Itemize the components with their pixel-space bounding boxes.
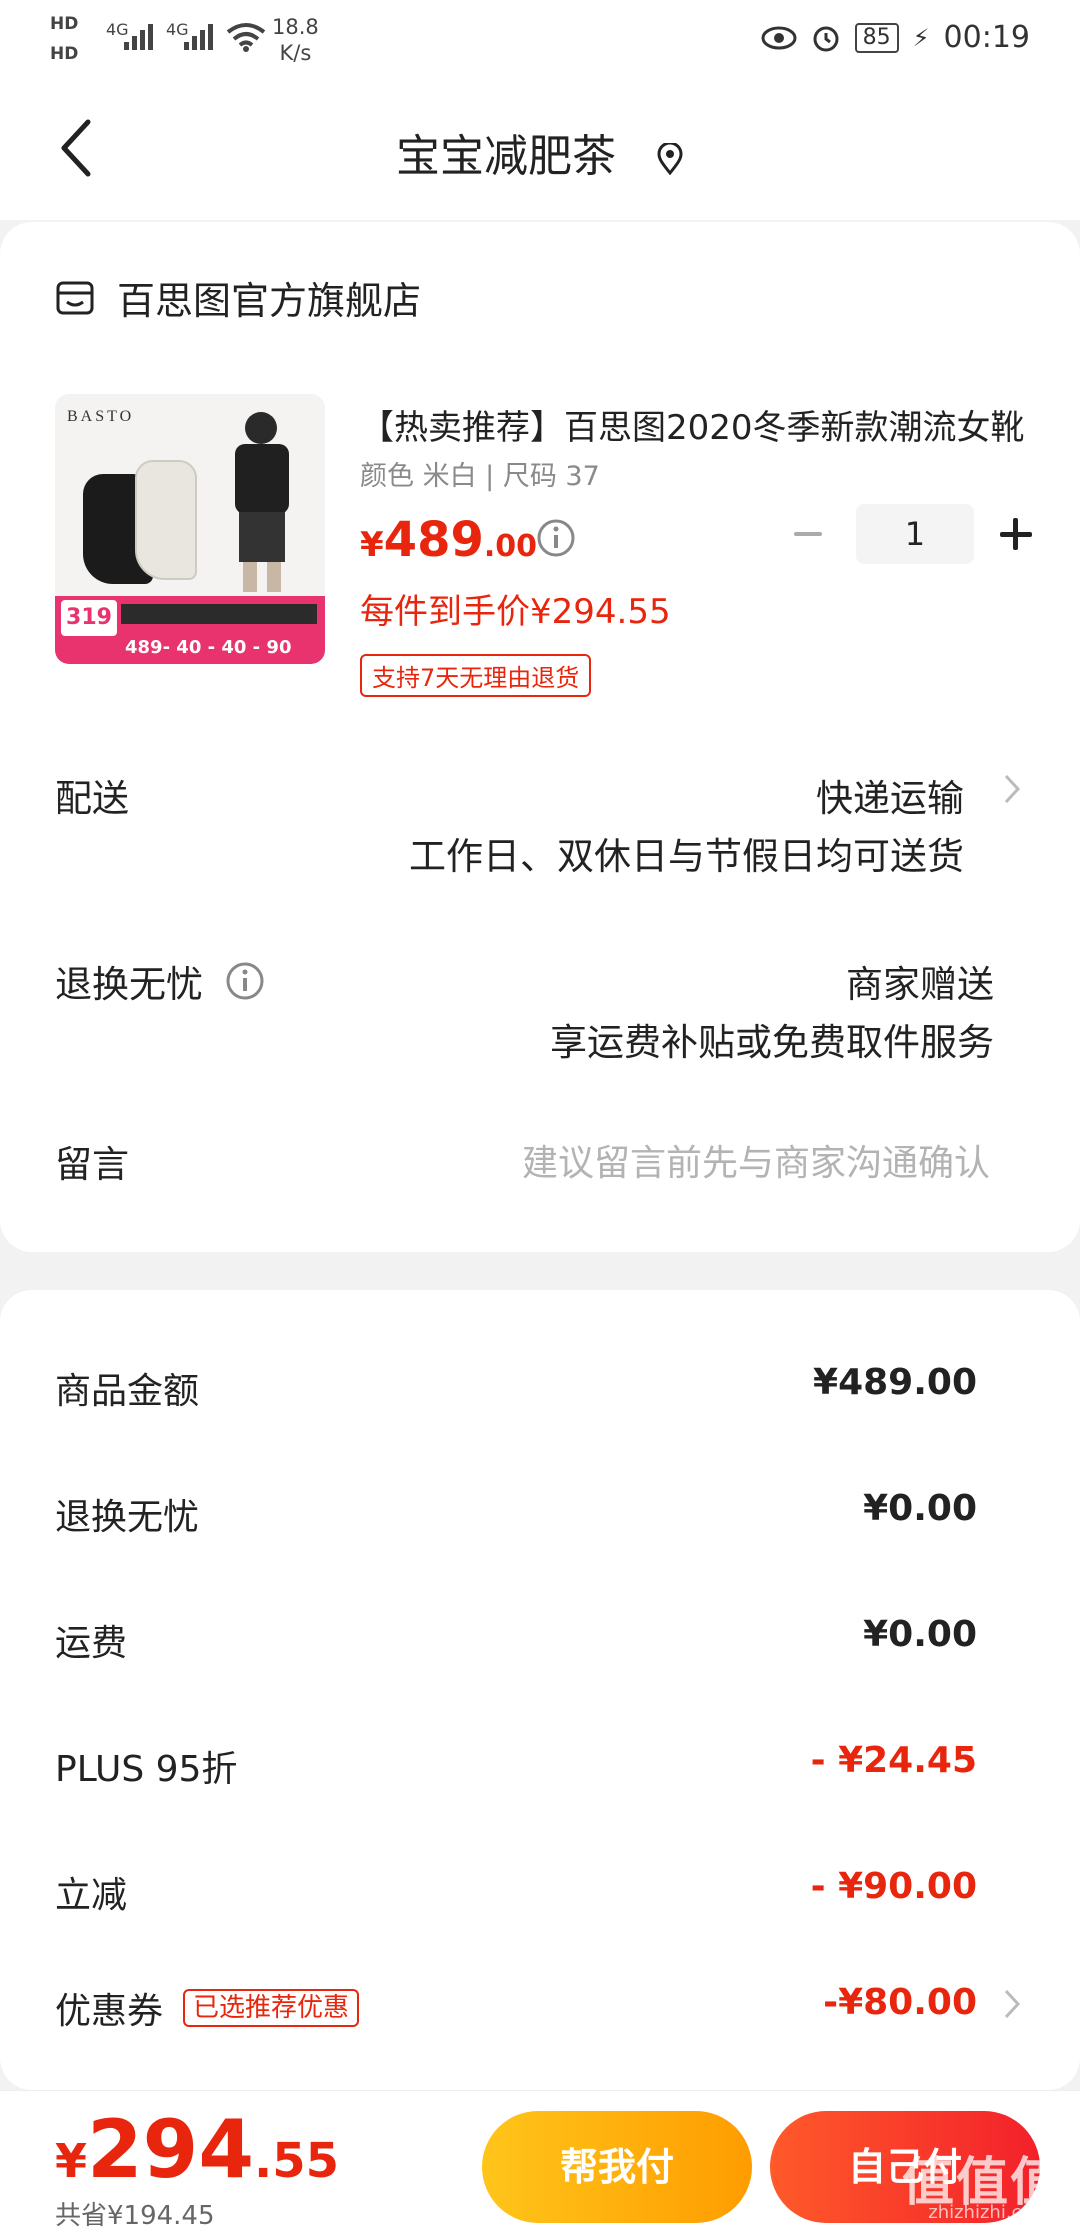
total-decimal: .55	[254, 2133, 340, 2189]
product-image[interactable]: BASTO 319 489- 40 - 40 - 90	[55, 394, 325, 664]
price-summary-card: 商品金额 ¥489.00 退换无忧 ¥0.00 运费 ¥0.00 PLUS 95…	[0, 1290, 1080, 2090]
summary-row-plus-discount: PLUS 95折 - ¥24.45	[55, 1740, 977, 1800]
battery-level: 85	[854, 22, 899, 53]
product-spec[interactable]: 颜色 米白 | 尺码 37	[360, 454, 600, 493]
status-right: 85 ⚡ 00:19	[761, 20, 1030, 55]
network-speed: 18.8 K/s	[272, 14, 319, 66]
delivery-method[interactable]: 快递运输	[816, 768, 964, 822]
returns-description: 享运费补贴或免费取件服务	[550, 1021, 994, 1064]
message-input[interactable]: 建议留言前先与商家沟通确认	[522, 1134, 990, 1186]
hd-indicator-2: HD	[50, 44, 79, 64]
help-pay-button[interactable]: 帮我付	[482, 2111, 752, 2223]
header-bar: HD HD 4G 4G 18.8 K/s 85 ⚡ 00:19 宝宝减肥茶	[0, 0, 1080, 220]
shop-header[interactable]: 百思图官方旗舰店	[55, 270, 421, 325]
delivery-label: 配送	[55, 777, 129, 820]
location-pin-icon	[657, 143, 683, 175]
alarm-icon	[813, 26, 839, 51]
store-icon	[56, 281, 94, 314]
speed-value: 18.8	[272, 15, 319, 39]
price-currency: ¥	[360, 525, 384, 565]
clock: 00:19	[943, 20, 1030, 55]
returns-label-row: 退换无忧	[55, 954, 265, 1008]
product-name[interactable]: 【热卖推荐】百思图2020冬季新款潮流女靴	[360, 400, 1030, 449]
summary-value: ¥489.00	[813, 1362, 977, 1403]
message-label: 留言	[55, 1143, 129, 1186]
order-card: 百思图官方旗舰店 BASTO 319 489- 40 - 40 - 90 【热卖…	[0, 222, 1080, 1252]
image-brand-logo: BASTO	[67, 408, 135, 425]
coupon-value: -¥80.00	[823, 1982, 977, 2023]
image-price: 319	[61, 600, 117, 636]
total-price: ¥294.55	[55, 2103, 339, 2196]
shop-name: 百思图官方旗舰店	[117, 279, 422, 323]
summary-value: ¥0.00	[863, 1614, 977, 1655]
summary-value: ¥0.00	[863, 1488, 977, 1529]
price-info-icon[interactable]	[536, 518, 576, 558]
signal-bars-icon	[124, 24, 153, 50]
summary-label: 退换无忧	[55, 1497, 200, 1538]
summary-value: - ¥90.00	[810, 1866, 977, 1907]
summary-label: 优惠券	[55, 1991, 164, 2032]
total-integer: 294	[87, 2103, 255, 2196]
coupon-label-group: 优惠券 已选推荐优惠	[55, 1982, 360, 2034]
returns-provider: 商家赠送	[846, 963, 994, 1006]
signal-bars-icon	[184, 24, 213, 50]
summary-row-goods: 商品金额 ¥489.00	[55, 1362, 977, 1422]
decrease-quantity-button[interactable]	[786, 504, 830, 564]
coupon-selected-badge: 已选推荐优惠	[183, 1989, 360, 2027]
white-boot-graphic	[135, 460, 197, 580]
image-promo-caption	[121, 604, 317, 624]
summary-value: - ¥24.45	[810, 1740, 977, 1781]
address-title: 宝宝减肥茶	[396, 131, 616, 182]
charging-icon: ⚡	[912, 23, 930, 52]
page-title[interactable]: 宝宝减肥茶	[0, 120, 1080, 184]
summary-label: PLUS 95折	[55, 1749, 238, 1790]
returns-label: 退换无忧	[55, 963, 203, 1006]
return-policy-badge: 支持7天无理由退货	[360, 654, 592, 697]
speed-unit: K/s	[279, 41, 312, 65]
price-integer: 489	[383, 512, 484, 568]
returns-info-icon[interactable]	[225, 961, 265, 1001]
image-promo-line: 489- 40 - 40 - 90	[125, 637, 292, 658]
chevron-right-icon[interactable]	[1002, 772, 1022, 806]
summary-row-returns: 退换无忧 ¥0.00	[55, 1488, 977, 1548]
summary-label: 运费	[55, 1623, 128, 1664]
product-price: ¥489.00	[360, 512, 537, 568]
hd-indicator-1: HD	[50, 14, 79, 34]
model-graphic	[235, 412, 289, 592]
status-bar: HD HD 4G 4G 18.8 K/s 85 ⚡ 00:19	[0, 0, 1080, 80]
chevron-right-icon[interactable]	[1002, 1987, 1022, 2021]
delivery-description: 工作日、双休日与节假日均可送货	[409, 835, 964, 878]
price-decimal: .00	[483, 529, 538, 564]
increase-quantity-button[interactable]	[996, 504, 1036, 564]
summary-label: 立减	[55, 1875, 128, 1916]
unit-final-price: 每件到手价¥294.55	[360, 592, 671, 632]
wifi-icon	[226, 23, 266, 52]
summary-row-instant-discount: 立减 - ¥90.00	[55, 1866, 977, 1926]
summary-label: 商品金额	[55, 1371, 200, 1412]
quantity-stepper: 1	[786, 504, 1036, 564]
quantity-value[interactable]: 1	[855, 504, 975, 564]
eye-icon	[761, 26, 797, 49]
total-currency: ¥	[55, 2134, 88, 2188]
watermark-url: zhizhizhi.com	[928, 2202, 1050, 2223]
total-saved: 共省¥194.45	[55, 2201, 215, 2231]
summary-row-coupon[interactable]: 优惠券 已选推荐优惠 -¥80.00	[55, 1982, 977, 2042]
summary-row-shipping: 运费 ¥0.00	[55, 1614, 977, 1674]
